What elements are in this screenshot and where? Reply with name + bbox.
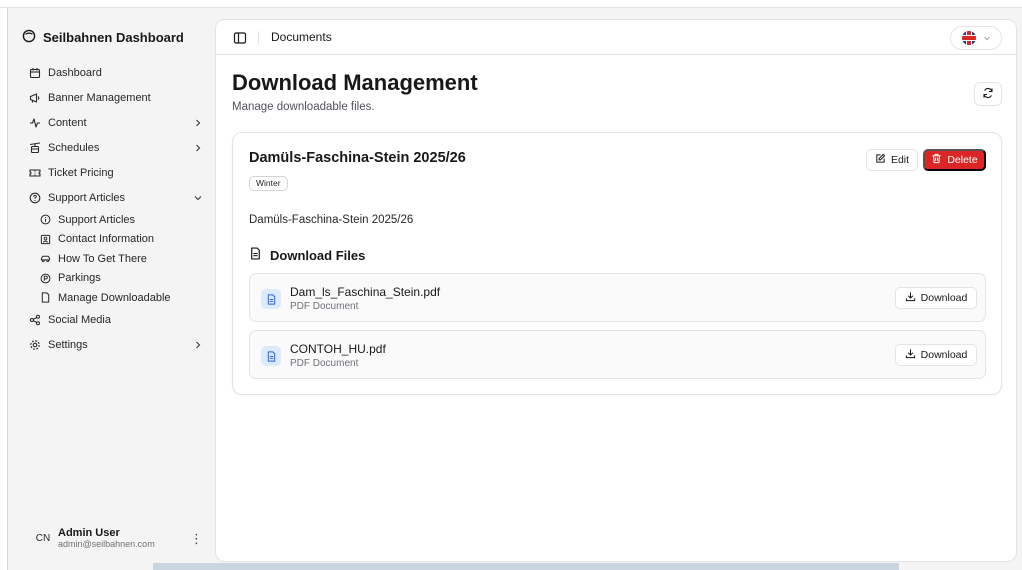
sidebar-item-label: Ticket Pricing — [48, 166, 114, 179]
car-icon — [38, 252, 52, 266]
parking-icon — [38, 271, 52, 285]
file-name: CONTOH_HU.pdf — [290, 342, 386, 356]
sidebar-item-support-articles[interactable]: Support Articles — [28, 185, 204, 210]
card-description: Damüls-Faschina-Stein 2025/26 — [249, 214, 414, 226]
file-text-icon — [249, 247, 262, 263]
file-row: Dam_ls_Faschina_Stein.pdf PDF Document D… — [249, 273, 986, 322]
pdf-file-icon — [261, 289, 281, 309]
activity-icon — [28, 116, 42, 130]
edit-icon — [875, 153, 886, 167]
sidebar-toggle-icon[interactable] — [233, 31, 247, 45]
delete-button[interactable]: Delete — [923, 149, 986, 171]
app-brand[interactable]: Seilbahnen Dashboard — [22, 29, 184, 46]
window-left-edge — [0, 8, 8, 570]
download-icon — [905, 348, 916, 362]
sidebar-item-label: How To Get There — [58, 252, 147, 265]
files-heading: Download Files — [249, 247, 365, 263]
sidebar-subitem-manage-downloadable[interactable]: Manage Downloadable — [38, 288, 204, 308]
chevron-right-icon — [192, 339, 204, 351]
chevron-down-icon — [983, 29, 991, 47]
app-title: Seilbahnen Dashboard — [43, 30, 184, 45]
sidebar-item-label: Support Articles — [58, 213, 136, 226]
user-menu[interactable]: CN Admin User admin@seilbahnen.com ⋮ — [32, 527, 203, 550]
sidebar-nav: Dashboard Banner Management Content Sche… — [28, 60, 204, 358]
sidebar-item-settings[interactable]: Settings — [28, 333, 204, 358]
cable-car-icon — [28, 141, 42, 155]
info-icon — [38, 213, 52, 227]
sidebar-subitem-how-to-get-there[interactable]: How To Get There — [38, 249, 204, 269]
contact-icon — [38, 232, 52, 246]
files-heading-label: Download Files — [270, 247, 366, 263]
sidebar-item-banner-management[interactable]: Banner Management — [28, 85, 204, 110]
sidebar-item-dashboard[interactable]: Dashboard — [28, 60, 204, 85]
gear-icon — [28, 338, 42, 352]
chevron-down-icon — [192, 192, 204, 204]
page-title: Download Management — [232, 70, 478, 95]
sidebar-item-label: Contact Information — [58, 233, 154, 246]
refresh-icon — [982, 87, 994, 102]
edit-label: Edit — [890, 154, 910, 166]
user-name: Admin User — [58, 527, 120, 539]
file-row: CONTOH_HU.pdf PDF Document Download — [249, 330, 986, 379]
sidebar-item-content[interactable]: Content — [28, 110, 204, 135]
top-bar: Documents — [216, 20, 1016, 55]
sidebar-item-label: Social Media — [48, 314, 111, 326]
download-label: Download — [920, 349, 968, 361]
horizontal-scrollbar[interactable] — [153, 563, 899, 570]
uk-flag-icon — [961, 31, 976, 45]
more-vertical-icon[interactable]: ⋮ — [190, 531, 203, 547]
sidebar-item-schedules[interactable]: Schedules — [28, 135, 204, 160]
window-top-edge — [0, 0, 1022, 8]
cable-car-logo-icon — [22, 29, 36, 46]
card-title: Damüls-Faschina-Stein 2025/26 — [249, 150, 466, 166]
delete-label: Delete — [947, 154, 978, 166]
edit-button[interactable]: Edit — [866, 149, 918, 171]
megaphone-icon — [28, 91, 42, 105]
sidebar-subitem-contact-information[interactable]: Contact Information — [38, 230, 204, 250]
sidebar-subitem-parkings[interactable]: Parkings — [38, 269, 204, 289]
sidebar-item-ticket-pricing[interactable]: Ticket Pricing — [28, 160, 204, 185]
avatar: CN — [35, 533, 51, 544]
download-collection-card: Damüls-Faschina-Stein 2025/26 Winter Edi… — [232, 132, 1002, 395]
ticket-icon — [28, 166, 42, 180]
file-type: PDF Document — [290, 301, 359, 312]
support-articles-submenu: Support Articles Contact Information How… — [38, 210, 204, 308]
sidebar-item-label: Manage Downloadable — [58, 291, 171, 304]
file-name: Dam_ls_Faschina_Stein.pdf — [290, 285, 441, 299]
sidebar-item-label: Schedules — [48, 141, 100, 154]
page-subtitle: Manage downloadable files. — [232, 101, 375, 113]
sidebar-item-label: Banner Management — [48, 91, 151, 104]
download-button[interactable]: Download — [895, 287, 977, 309]
season-badge: Winter — [249, 176, 288, 191]
sidebar-subitem-support-articles[interactable]: Support Articles — [38, 210, 204, 230]
help-circle-icon — [28, 191, 42, 205]
breadcrumb: Documents — [271, 30, 332, 44]
chevron-right-icon — [192, 142, 204, 154]
sidebar-item-label: Parkings — [58, 272, 101, 285]
chevron-right-icon — [192, 117, 204, 129]
sidebar-item-label: Support Articles — [48, 191, 126, 204]
main-panel: Documents Download Management Manage dow… — [215, 19, 1017, 562]
share-icon — [28, 313, 42, 327]
download-label: Download — [920, 292, 968, 304]
file-type: PDF Document — [290, 358, 359, 369]
sidebar-item-label: Dashboard — [48, 66, 102, 79]
download-button[interactable]: Download — [895, 344, 977, 366]
user-email: admin@seilbahnen.com — [58, 539, 155, 549]
trash-icon — [931, 153, 942, 167]
pdf-file-icon — [261, 346, 281, 366]
language-selector[interactable] — [950, 26, 1002, 50]
calendar-icon — [28, 66, 42, 80]
refresh-button[interactable] — [974, 82, 1002, 106]
sidebar-item-social-media[interactable]: Social Media — [28, 308, 204, 333]
header-divider — [258, 31, 259, 45]
sidebar-item-label: Content — [48, 116, 87, 129]
download-icon — [905, 291, 916, 305]
file-icon — [38, 291, 52, 305]
user-info: Admin User admin@seilbahnen.com — [58, 527, 190, 550]
sidebar-item-label: Settings — [48, 339, 88, 351]
